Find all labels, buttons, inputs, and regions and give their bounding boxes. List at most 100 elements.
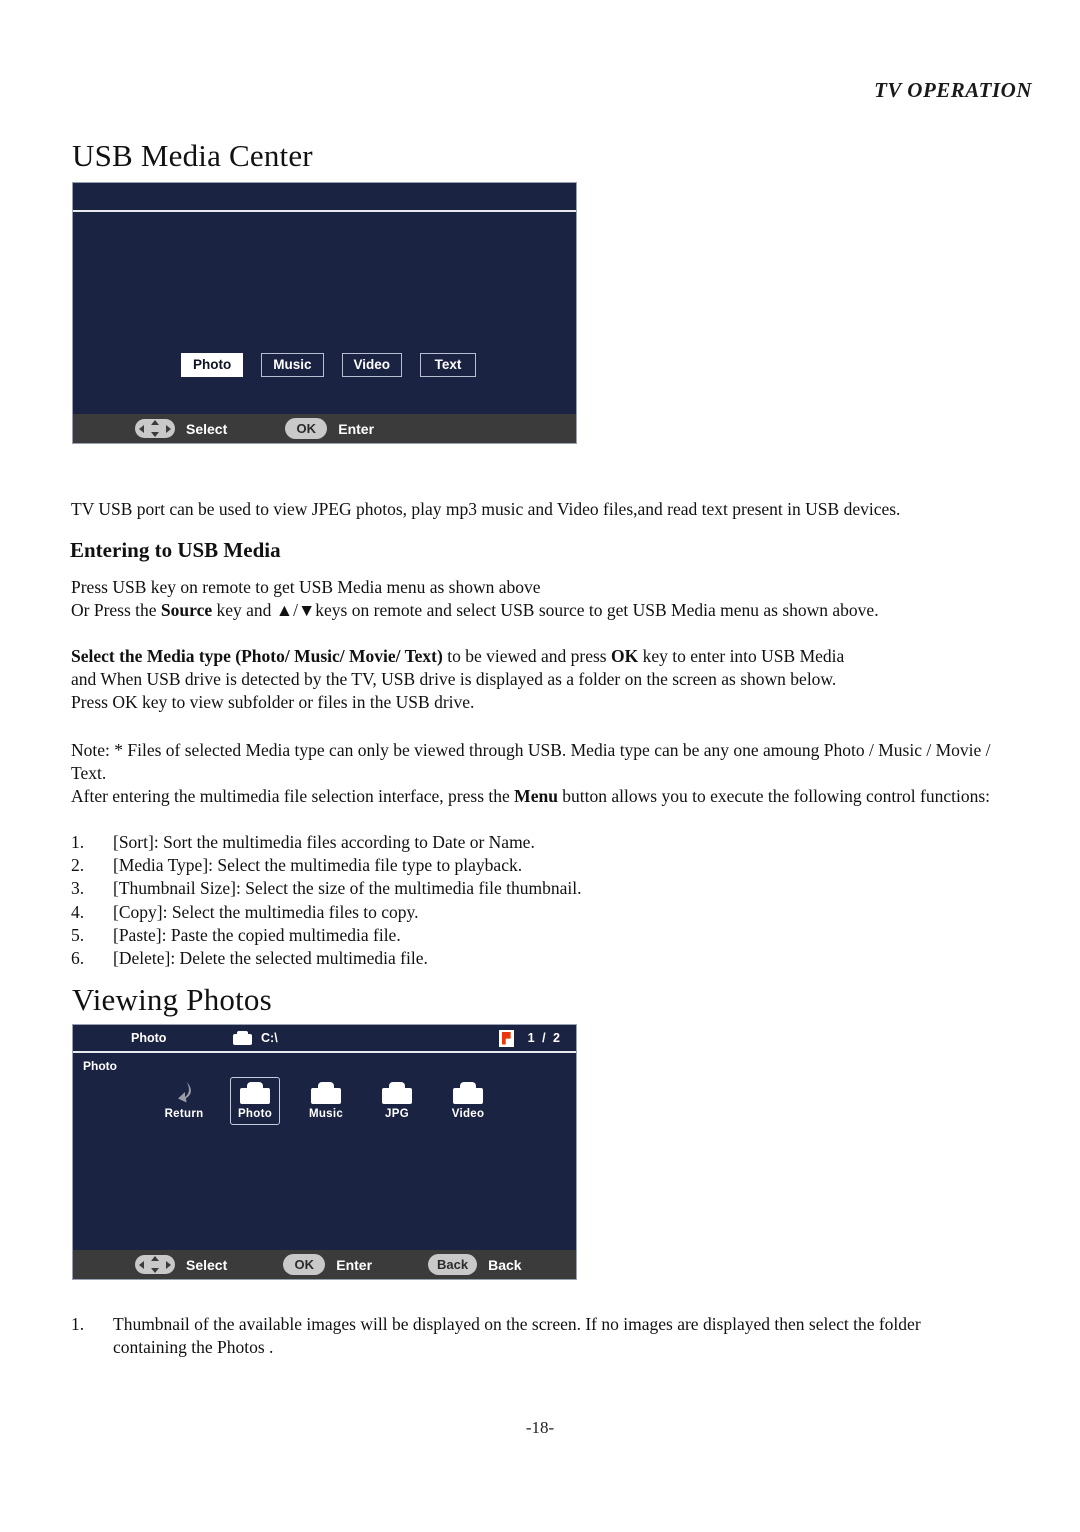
browser-item-label: JPG [385,1108,409,1120]
browser-item-label: Music [308,1108,344,1120]
paragraph-press-usb-key: Press USB key on remote to get USB Media… [71,576,1011,622]
list-item-number: 1. [71,1314,85,1334]
list-item-number: 3. [71,878,85,899]
nav-pad-icon [135,1255,175,1274]
text-enter-into-usb: key to enter into USB Media [638,646,845,666]
folder-icon [382,1082,412,1104]
page-title-usb-media-center: USB Media Center [72,138,313,173]
folder-icon [240,1082,270,1104]
list-item-text: [Thumbnail Size]: Select the size of the… [113,878,582,899]
list-item: 2. [Media Type]: Select the multimedia f… [71,854,1011,877]
text-control-functions: button allows you to execute the followi… [557,786,990,806]
text-media-type-bold: Media type (Photo/ Music/ Movie/ Text) [146,646,443,666]
text-menu-bold: Menu [514,786,558,806]
media-type-button-video[interactable]: Video [341,353,403,377]
screen-footer-bar: Select OK Enter [73,414,576,443]
return-arrow-icon [169,1080,199,1104]
media-type-button-group: Photo Music Video Text [181,353,477,377]
page-title-viewing-photos: Viewing Photos [72,982,272,1017]
list-item: 5. [Paste]: Paste the copied multimedia … [71,924,1011,947]
footer-label-select: Select [186,1256,228,1273]
browser-item-return[interactable]: Return [159,1075,209,1125]
ok-key-icon: OK [283,1254,326,1275]
browser-path-text: C:\ [261,1031,278,1045]
browser-item-strip: Return Photo Music JPG Video [159,1075,493,1125]
media-type-button-music[interactable]: Music [261,353,324,377]
paragraph-intro: TV USB port can be used to view JPEG pho… [71,499,901,519]
media-type-button-photo[interactable]: Photo [181,353,244,377]
tv-screen-file-browser: Photo C:\ 1 / 2 Photo Return Photo Music… [72,1024,577,1280]
running-head: TV OPERATION [874,78,1032,102]
footer-label-select: Select [186,420,228,437]
footer-label-back: Back [488,1256,522,1273]
page-flag-icon [498,1029,514,1047]
screen-content-area: Photo Music Video Text [73,212,576,414]
browser-item-label: Return [164,1108,204,1120]
line-select-media-type: Select the Media type (Photo/ Music/ Mov… [71,645,1011,668]
list-item-text: [Paste]: Paste the copied multimedia fil… [113,924,401,945]
browser-page-indicator-group: 1 / 2 [498,1029,562,1047]
text-after-entering: After entering the multimedia file selec… [71,786,515,806]
screen-top-band [73,183,576,212]
browser-item-photo[interactable]: Photo [230,1077,280,1125]
list-item-text: Thumbnail of the available images will b… [113,1314,921,1358]
paragraph-note: Note: * Files of selected Media type can… [71,740,991,783]
footer-label-enter: Enter [336,1256,373,1273]
paragraph-select-media-type: Select the Media type (Photo/ Music/ Mov… [71,645,1011,714]
list-item: 3. [Thumbnail Size]: Select the size of … [71,877,1011,900]
list-item-text: [Copy]: Select the multimedia files to c… [113,901,419,922]
browser-header-bar: Photo C:\ 1 / 2 [73,1025,576,1053]
browser-item-music[interactable]: Music [301,1077,351,1125]
folder-icon [453,1082,483,1104]
line-usb-drive-detected: and When USB drive is detected by the TV… [71,669,837,689]
line-press-usb-key: Press USB key on remote to get USB Media… [71,577,541,597]
browser-item-label: Video [451,1108,485,1120]
browser-item-jpg[interactable]: JPG [372,1077,422,1125]
list-item: 1. Thumbnail of the available images wil… [71,1313,981,1359]
text-source-bold: Source [160,600,213,620]
list-item-number: 4. [71,901,85,922]
browser-page-indicator: 1 / 2 [527,1031,562,1045]
browser-header-row: Photo C:\ 1 / 2 [73,1025,576,1051]
media-type-button-text[interactable]: Text [420,353,477,377]
text-to-be-viewed: to be viewed and press [442,646,611,666]
text-source-rest: key and ▲/▼keys on remote and select USB… [212,600,879,620]
browser-footer-bar: Select OK Enter Back Back [73,1250,576,1279]
list-item-number: 2. [71,855,85,876]
footer-hint-enter: OK Enter [285,418,374,439]
list-item-text: [Sort]: Sort the multimedia files accord… [113,832,535,852]
list-item-text: [Media Type]: Select the multimedia file… [113,855,523,876]
list-item-number: 6. [71,948,85,969]
list-item-number: 1. [71,832,85,852]
list-item: 4. [Copy]: Select the multimedia files t… [71,901,1011,924]
footer-hint-select: Select [135,419,227,438]
browser-content-area: Photo Return Photo Music JPG Video [73,1053,576,1250]
text-ok-bold: OK [610,646,639,666]
text-select-the: Select the [71,646,147,666]
list-menu-functions: 1. [Sort]: Sort the multimedia files acc… [71,831,1011,970]
page-number: -18- [525,1418,555,1437]
list-viewing-photos-steps: 1. Thumbnail of the available images wil… [71,1313,981,1359]
subheading-entering-usb-media: Entering to USB Media [70,538,281,562]
folder-icon [233,1031,252,1045]
line-press-source-key: Or Press the Source key and ▲/▼keys on r… [71,599,1011,622]
footer-hint-select: Select [135,1255,227,1274]
list-item: 6. [Delete]: Delete the selected multime… [71,947,1011,970]
text-or-press-the: Or Press the [71,600,161,620]
browser-media-type-label: Photo [131,1031,167,1045]
tv-screen-media-select: Photo Music Video Text Select OK Enter [72,182,577,444]
paragraph-menu-functions: After entering the multimedia file selec… [71,785,1011,808]
browser-side-label: Photo [83,1059,117,1073]
footer-label-enter: Enter [338,420,375,437]
list-item-number: 5. [71,924,85,945]
document-page: TV OPERATION USB Media Center Photo Musi… [0,0,1080,1532]
browser-item-video[interactable]: Video [443,1077,493,1125]
back-key-icon: Back [428,1254,478,1275]
browser-item-label: Photo [237,1108,273,1120]
folder-icon [311,1082,341,1104]
footer-hint-enter: OK Enter [283,1254,372,1275]
line-press-ok-subfolder: Press OK key to view subfolder or files … [71,692,475,712]
browser-path-group: C:\ [233,1031,278,1045]
nav-pad-icon [135,419,175,438]
list-item: 1. [Sort]: Sort the multimedia files acc… [71,831,1011,854]
